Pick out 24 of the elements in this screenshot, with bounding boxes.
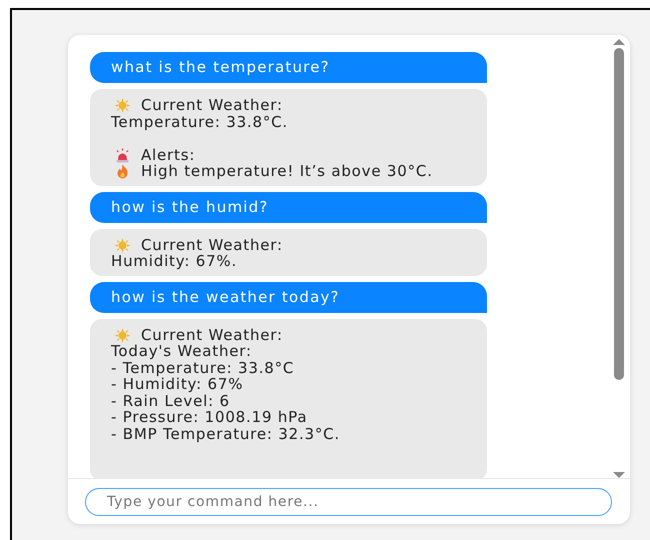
user-message: how is the humid? xyxy=(90,192,487,222)
message-text: - Pressure: 1008.19 hPa xyxy=(111,409,308,426)
message-text: High temperature! It’s above 30°C. xyxy=(141,163,433,180)
message-text: - Temperature: 33.8°C xyxy=(111,360,294,376)
siren-icon xyxy=(114,148,131,162)
message-text: Current Weather: xyxy=(141,97,283,114)
message-text: Alerts: xyxy=(141,146,196,163)
message-text: Current Weather: xyxy=(141,236,283,253)
scroll-down-icon[interactable] xyxy=(613,472,625,478)
message-text: - Rain Level: 6 xyxy=(111,392,230,409)
message-text: Humidity: 67%. xyxy=(111,253,238,270)
sun-icon xyxy=(114,238,131,252)
sun-icon xyxy=(114,98,131,113)
sun-icon xyxy=(114,328,131,342)
user-message: what is the temperature? xyxy=(90,52,487,83)
message-text: Temperature: 33.8°C. xyxy=(111,114,288,130)
scrollbar[interactable] xyxy=(612,39,626,478)
message-text: - Humidity: 67% xyxy=(111,376,244,392)
message-text: Current Weather: xyxy=(141,326,283,343)
user-message: how is the weather today? xyxy=(90,282,487,312)
message-text: Today's Weather: xyxy=(111,343,252,360)
command-input-field[interactable]: Type your command here... xyxy=(85,488,612,516)
scroll-up-icon[interactable] xyxy=(613,39,625,45)
message-text: - BMP Temperature: 32.3°C. xyxy=(111,426,340,442)
